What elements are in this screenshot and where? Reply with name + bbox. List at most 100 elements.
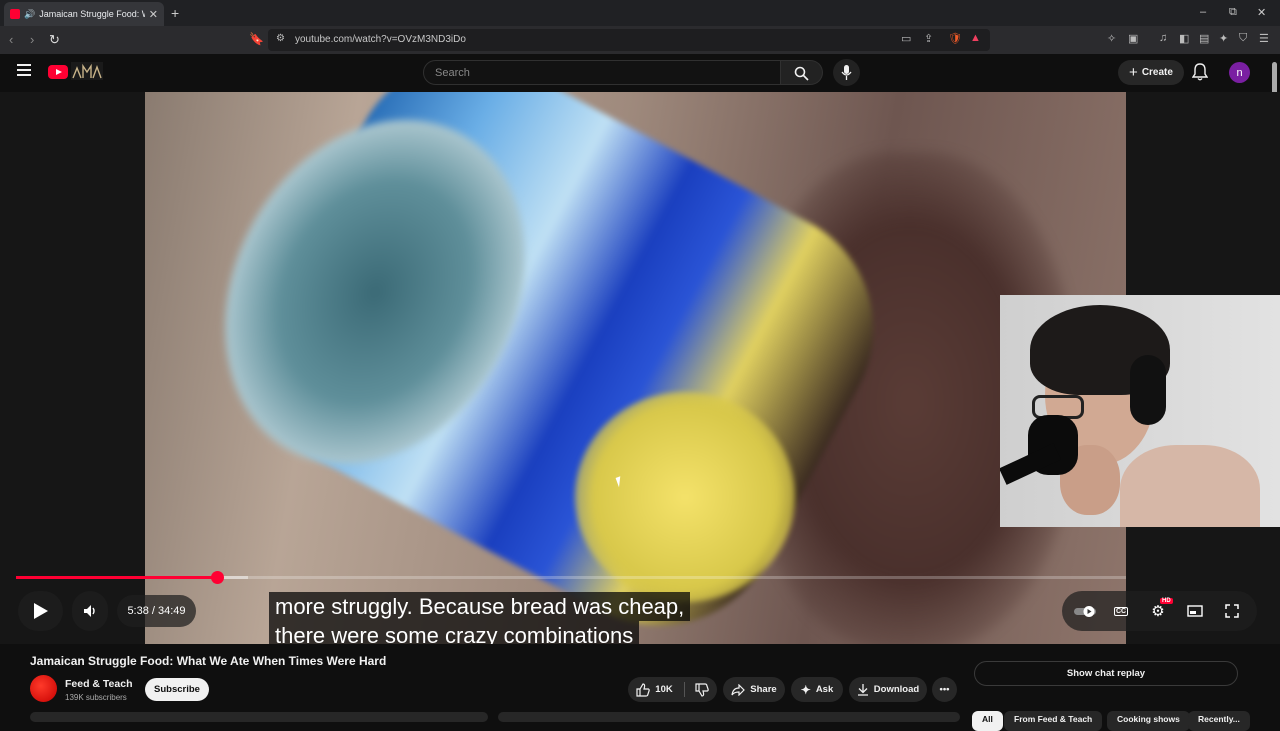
autoplay-toggle-icon [1074, 606, 1096, 617]
headphones [1130, 355, 1166, 425]
player-right-controls: CC ⚙ [1062, 591, 1257, 631]
notifications-bell-icon[interactable] [1192, 63, 1208, 81]
video-can-picture [575, 392, 795, 602]
search-button[interactable] [781, 60, 823, 85]
download-button[interactable]: Download [849, 677, 927, 702]
youtube-header: Search + Create n [0, 54, 1280, 92]
browser-toolbar: ‹ › ↻ 🔖 ⚙ youtube.com/watch?v=OVzM3ND3iD… [0, 26, 1280, 54]
like-count: 10K [655, 684, 673, 695]
speaker-icon[interactable]: 🔊 [24, 9, 35, 20]
chip-recently[interactable]: Recently... [1188, 711, 1250, 731]
channel-avatar[interactable] [30, 675, 57, 702]
back-icon[interactable]: ‹ [9, 32, 13, 47]
caption-line-1: more struggly. Because bread was cheap, [269, 592, 691, 621]
gear-icon: ⚙ [1151, 603, 1165, 620]
new-tab-button[interactable]: + [171, 5, 179, 21]
browser-tab[interactable]: 🔊 Jamaican Struggle Food: What We Ate Wh… [4, 2, 164, 26]
create-button[interactable]: + Create [1118, 60, 1184, 85]
chip-all[interactable]: All [972, 711, 1003, 731]
chip-from-channel[interactable]: From Feed & Teach [1004, 711, 1103, 731]
account-avatar[interactable]: n [1229, 62, 1250, 83]
video-title: Jamaican Struggle Food: What We Ate When… [30, 654, 387, 668]
thumbs-up-icon [636, 682, 651, 697]
download-label: Download [873, 684, 920, 695]
fullscreen-icon [1225, 604, 1239, 618]
bookmark-icon[interactable]: 🔖 [249, 32, 264, 46]
share-label: Share [750, 684, 777, 695]
more-actions-button[interactable]: ••• [932, 677, 957, 702]
miniplayer-button[interactable] [1185, 601, 1205, 621]
subscriber-count: 139K subscribers [65, 693, 127, 702]
vpn-icon[interactable]: ⛉ [1239, 32, 1247, 45]
progress-bar[interactable] [16, 571, 1126, 584]
hamburger-menu-icon[interactable] [17, 64, 31, 76]
ask-button[interactable]: ✦ Ask [791, 677, 843, 702]
tab-close-icon[interactable]: ✕ [149, 8, 158, 21]
sidebar-toggle-icon[interactable]: ◧ [1179, 32, 1189, 45]
brave-shield-icon[interactable]: 🛡 [948, 32, 962, 45]
forward-icon[interactable]: › [30, 32, 34, 47]
url-text: youtube.com/watch?v=OVzM3ND3iDo [295, 34, 466, 45]
search-box[interactable]: Search [423, 60, 781, 85]
time-display: 5:38 / 34:49 [117, 595, 196, 627]
video-captions: more struggly. Because bread was cheap, … [269, 592, 691, 644]
caption-line-2: there were some crazy combinations [269, 621, 640, 644]
doodle-logo[interactable] [71, 62, 103, 80]
extensions-icon[interactable]: ✧ [1107, 32, 1116, 45]
video-frame[interactable] [145, 92, 1126, 644]
youtube-favicon-icon [10, 9, 20, 19]
play-icon [33, 603, 48, 619]
leo-ai-icon[interactable]: ✦ [1219, 32, 1228, 45]
share-icon [731, 683, 746, 696]
channel-name[interactable]: Feed & Teach [65, 678, 133, 690]
settings-button[interactable]: ⚙ [1148, 601, 1168, 621]
microphone-icon [841, 65, 852, 80]
subtitles-button[interactable]: CC [1111, 601, 1131, 621]
browser-menu-icon[interactable]: ☰ [1259, 32, 1269, 45]
cast-icon[interactable]: ▭ [901, 32, 911, 45]
window-close-button[interactable]: ✕ [1257, 6, 1266, 19]
share-button[interactable]: Share [723, 677, 785, 702]
comments-strip [30, 712, 488, 722]
webcam-overlay [1000, 295, 1280, 527]
share-page-icon[interactable]: ⇪ [924, 32, 933, 45]
brave-rewards-icon[interactable]: ▲ [970, 32, 981, 44]
volume-button[interactable] [72, 591, 108, 631]
video-player[interactable]: more struggly. Because bread was cheap, … [0, 92, 1280, 644]
dislike-button[interactable] [695, 682, 709, 697]
progress-scrubber[interactable] [210, 571, 224, 584]
sparkle-icon: ✦ [800, 682, 811, 697]
hd-badge: HD [1160, 598, 1173, 604]
volume-icon [84, 605, 95, 617]
miniplayer-icon [1187, 605, 1203, 617]
subscribe-button[interactable]: Subscribe [145, 678, 209, 701]
cc-icon: CC [1113, 606, 1129, 616]
restore-button[interactable]: ⧉ [1229, 6, 1237, 19]
more-horiz-icon: ••• [939, 684, 950, 695]
play-button[interactable] [18, 591, 63, 631]
search-icon [794, 66, 809, 81]
voice-search-button[interactable] [833, 59, 860, 86]
fullscreen-button[interactable] [1222, 601, 1242, 621]
show-chat-replay-button[interactable]: Show chat replay [974, 661, 1238, 686]
site-info-icon[interactable]: ⚙ [276, 33, 285, 44]
like-button[interactable]: 10K [636, 682, 673, 697]
create-label: Create [1141, 67, 1173, 78]
description-strip [498, 712, 960, 722]
chip-cooking-shows[interactable]: Cooking shows [1107, 711, 1190, 731]
ask-label: Ask [815, 684, 834, 695]
thumbs-down-icon [695, 682, 709, 697]
youtube-logo[interactable] [48, 65, 68, 79]
plus-icon: + [1129, 64, 1138, 81]
wallet-icon[interactable]: ▣ [1128, 32, 1138, 45]
reload-icon[interactable]: ↻ [49, 32, 60, 48]
like-dislike-group: 10K [628, 677, 717, 702]
ambient-left [0, 92, 145, 644]
address-bar[interactable]: ⚙ youtube.com/watch?v=OVzM3ND3iDo [268, 29, 990, 51]
search-input[interactable]: Search [435, 67, 470, 79]
wallet-2-icon[interactable]: ▤ [1199, 32, 1209, 45]
progress-played [16, 576, 217, 579]
media-icon[interactable]: ♫ [1159, 32, 1167, 44]
autoplay-toggle[interactable] [1074, 601, 1098, 621]
minimize-button[interactable]: – [1200, 6, 1206, 18]
